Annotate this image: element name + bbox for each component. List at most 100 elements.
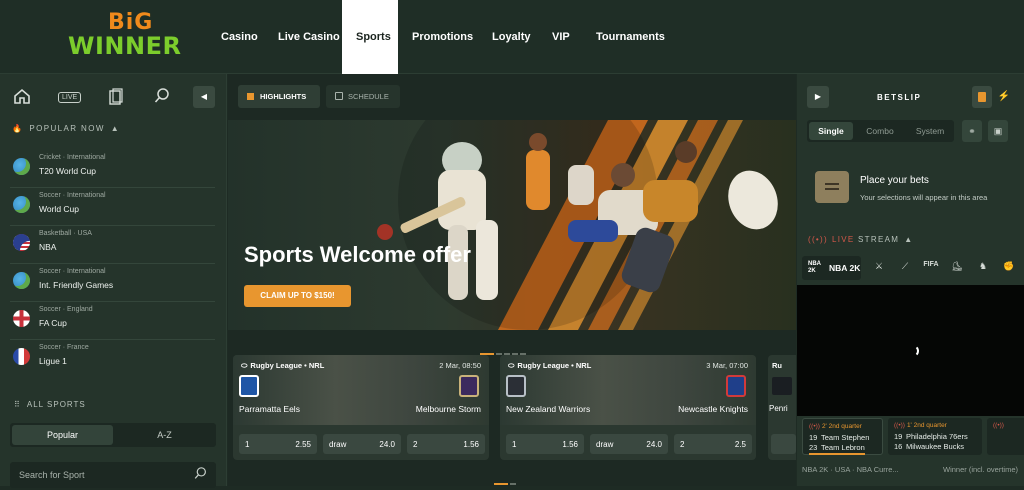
- live-game-quarter: ((•)) 2' 2nd quarter: [809, 423, 862, 430]
- odds-button-draw[interactable]: draw 24.0: [590, 434, 668, 454]
- live-team: Philadelphia 76ers: [906, 432, 968, 441]
- highlights-icon: [247, 93, 254, 100]
- nav-sports[interactable]: Sports: [342, 0, 398, 74]
- betslip-history-icon[interactable]: [106, 88, 126, 106]
- sport-search-input[interactable]: Search for Sport: [10, 462, 216, 488]
- rugby-ball-icon: ⬭: [241, 361, 248, 370]
- search-icon[interactable]: [152, 88, 172, 106]
- betslip-title: BETSLIP: [877, 93, 922, 102]
- bet-type-toggle: Single Combo System: [807, 120, 954, 142]
- odds-button-home[interactable]: 1 2.55: [239, 434, 317, 454]
- live-game-row: 16 Milwaukee Bucks: [894, 442, 964, 451]
- odds-label: 2: [413, 440, 418, 449]
- collapse-left-button[interactable]: ◀: [193, 86, 215, 108]
- hero-title: Sports Welcome offer: [244, 242, 471, 267]
- live-game-quarter-label: 1' 2nd quarter: [906, 422, 947, 429]
- globe-icon: [13, 158, 30, 175]
- tab-highlights-label: HIGHLIGHTS: [260, 92, 307, 101]
- nav-live-casino[interactable]: Live Casino: [264, 0, 354, 74]
- carousel-dot[interactable]: [510, 483, 516, 485]
- nav-casino[interactable]: Casino: [207, 0, 272, 74]
- match-league-partial: Ru: [772, 361, 782, 370]
- stream-tab-glove-icon[interactable]: ✊: [1001, 261, 1017, 275]
- empty-betslip-icon: [815, 171, 849, 203]
- home-icon[interactable]: [12, 88, 32, 106]
- caret-up-icon: ▲: [110, 124, 121, 133]
- shared-bets-icon[interactable]: ⚭: [962, 120, 982, 142]
- popular-item[interactable]: Soccer · International World Cup: [10, 188, 215, 226]
- ticket-icon: [978, 92, 986, 102]
- odds-button-partial[interactable]: [771, 434, 796, 454]
- popular-item[interactable]: Cricket · International T20 World Cup: [10, 150, 215, 188]
- main-sports-content: HIGHLIGHTS SCHEDULE Sports Welcome offer…: [228, 74, 796, 486]
- hero-banner[interactable]: Sports Welcome offer CLAIM UP TO $150!: [228, 120, 796, 330]
- knights-crest-icon: [726, 375, 746, 397]
- away-team: Newcastle Knights: [678, 404, 748, 414]
- betslip-panel: ▶ BETSLIP ⚡ Single Combo System ⚭ ▣ Plac…: [797, 74, 1024, 486]
- bet-type-single[interactable]: Single: [809, 122, 853, 140]
- bet-type-system[interactable]: System: [907, 122, 953, 140]
- match-date: 3 Mar, 07:00: [706, 361, 748, 370]
- odds-button-draw[interactable]: draw 24.0: [323, 434, 401, 454]
- live-game-card[interactable]: ((•)) 1' 2nd quarter 19 Philadelphia 76ers…: [888, 418, 982, 455]
- stream-tab-horse-icon[interactable]: ♞: [975, 261, 991, 275]
- live-icon[interactable]: LIVE: [58, 92, 82, 103]
- live-stream-sport-tabs: NBA 2K NBA 2K ⚔ ⟋ FIFA ⛸ ♞ ✊: [801, 256, 1024, 280]
- melbourne-crest-icon: [459, 375, 479, 397]
- popular-item-name: NBA: [39, 242, 57, 252]
- stream-tab-hockey-icon[interactable]: ⛸: [949, 261, 965, 275]
- parramatta-crest-icon: [239, 375, 259, 397]
- live-signal-icon: ((•)): [894, 422, 905, 429]
- tab-schedule[interactable]: SCHEDULE: [326, 85, 400, 108]
- sort-popular-button[interactable]: Popular: [12, 425, 113, 445]
- carousel-dot[interactable]: [494, 483, 508, 485]
- stream-tab-slash-icon[interactable]: ⟋: [897, 261, 913, 275]
- live-stream-video[interactable]: [797, 285, 1024, 416]
- popular-item[interactable]: Basketball · USA NBA: [10, 226, 215, 264]
- usa-flag-icon: [13, 234, 30, 251]
- england-flag-icon: [13, 310, 30, 327]
- stream-tab-fifa-icon[interactable]: FIFA: [923, 261, 939, 275]
- live-game-row: 23 Team Lebron: [809, 443, 865, 455]
- nav-vip[interactable]: VIP: [538, 0, 584, 74]
- sort-az-button[interactable]: A-Z: [115, 425, 214, 445]
- live-team: Team Lebron: [821, 443, 865, 452]
- popular-now-header[interactable]: 🔥 POPULAR NOW ▲: [12, 124, 120, 133]
- tab-highlights[interactable]: HIGHLIGHTS: [238, 85, 320, 108]
- odds-button-home[interactable]: 1 1.56: [506, 434, 584, 454]
- nav-loyalty[interactable]: Loyalty: [478, 0, 545, 74]
- live-stream-header[interactable]: ((•)) LIVE STREAM ▲: [808, 235, 913, 244]
- nav-tournaments[interactable]: Tournaments: [582, 0, 679, 74]
- odds-button-away[interactable]: 2 2.5: [674, 434, 752, 454]
- popular-item[interactable]: Soccer · England FA Cup: [10, 302, 215, 340]
- search-icon[interactable]: [194, 467, 207, 483]
- popular-item-sub: Soccer · France: [39, 344, 89, 351]
- globe-icon: [13, 272, 30, 289]
- match-card[interactable]: ⬭ Rugby League • NRL 3 Mar, 07:00 New Zea…: [500, 355, 756, 460]
- stream-tab-nba2k[interactable]: NBA 2K NBA 2K: [802, 256, 861, 280]
- logo-winner: WINNER: [68, 32, 182, 60]
- popular-item-name: Int. Friendly Games: [39, 280, 114, 290]
- collapse-betslip-button[interactable]: ▶: [807, 86, 829, 108]
- bet-type-combo[interactable]: Combo: [857, 122, 903, 140]
- betslip-ticket-button[interactable]: [972, 86, 992, 108]
- live-game-card[interactable]: ((•)) 2' 2nd quarter 19 Team Stephen 23 Tea…: [802, 418, 883, 455]
- match-card[interactable]: ⬭ Rugby League • NRL 2 Mar, 08:50 Parrama…: [233, 355, 489, 460]
- claim-offer-button[interactable]: CLAIM UP TO $150!: [244, 285, 351, 307]
- nav-promotions[interactable]: Promotions: [398, 0, 487, 74]
- odds-button-away[interactable]: 2 1.56: [407, 434, 485, 454]
- big-winner-logo[interactable]: BiG WINNER: [68, 8, 186, 66]
- home-team: Parramatta Eels: [239, 404, 300, 414]
- cards-carousel-dots[interactable]: [494, 472, 518, 490]
- lightning-icon[interactable]: ⚡: [994, 86, 1014, 108]
- match-league: ⬭ Rugby League • NRL: [508, 361, 591, 371]
- match-card-partial[interactable]: Ru Penri: [768, 355, 796, 460]
- popular-item[interactable]: Soccer · International Int. Friendly Gam…: [10, 264, 215, 302]
- odds-value: 1.56: [463, 440, 479, 449]
- gift-icon[interactable]: ▣: [988, 120, 1008, 142]
- popular-item[interactable]: Soccer · France Ligue 1: [10, 340, 215, 378]
- stream-tab-esports-icon[interactable]: ⚔: [871, 261, 887, 275]
- odds-value: 2.55: [295, 440, 311, 449]
- left-sports-panel: LIVE ◀ 🔥 POPULAR NOW ▲ Cricket · Internati…: [0, 74, 227, 488]
- live-game-card-partial[interactable]: ((•)): [987, 418, 1024, 455]
